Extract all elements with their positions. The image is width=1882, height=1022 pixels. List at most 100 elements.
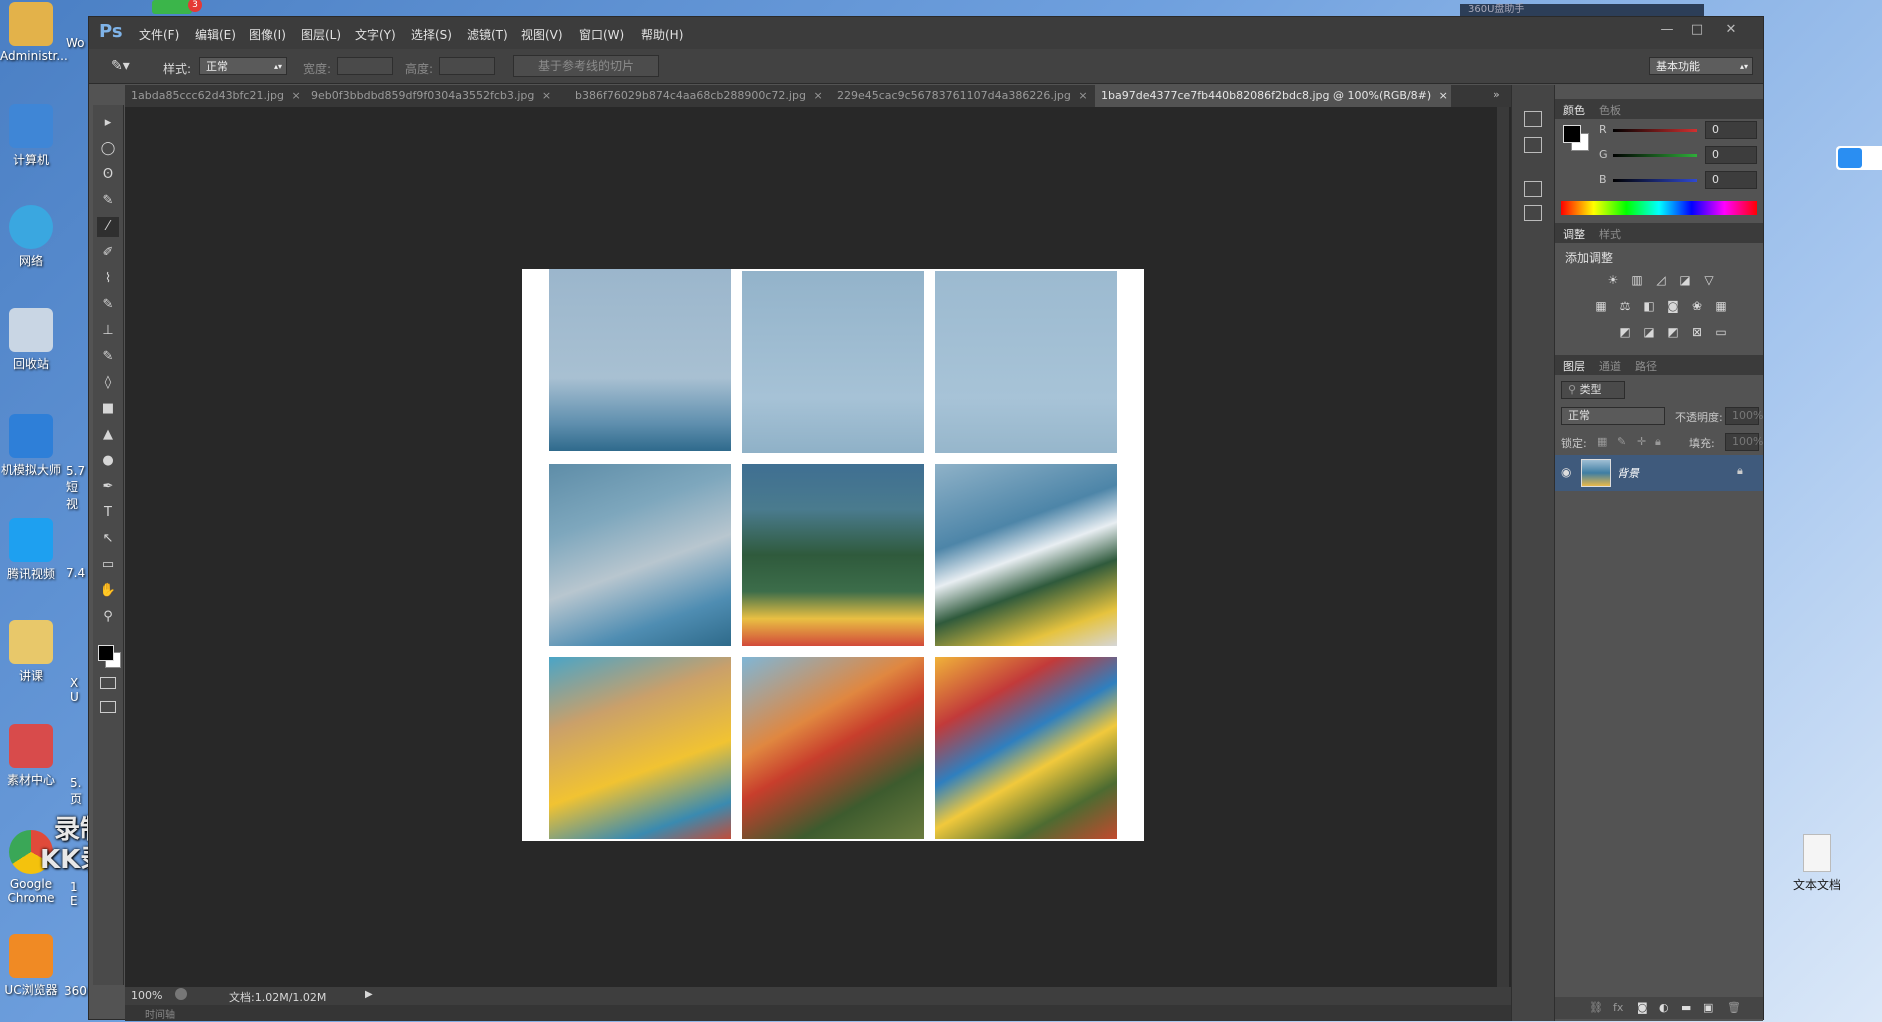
fill-field[interactable]: 100% <box>1725 433 1763 451</box>
lasso-tool-icon[interactable]: ʘ <box>97 165 119 185</box>
close-button[interactable]: ✕ <box>1719 22 1743 40</box>
desktop-icon-emulator[interactable]: 机模拟大师 <box>0 414 62 478</box>
tab-color[interactable]: 颜色 <box>1563 102 1585 118</box>
width-field[interactable] <box>337 57 393 75</box>
menu-filter[interactable]: 滤镜(T) <box>467 26 508 43</box>
stamp-tool-icon[interactable]: ⊥ <box>97 321 119 341</box>
delete-layer-icon[interactable]: 🗑︎ <box>1727 1001 1741 1014</box>
move-tool-icon[interactable]: ▸ <box>97 113 119 133</box>
tab-paths[interactable]: 路径 <box>1635 358 1657 374</box>
menu-edit[interactable]: 编辑(E) <box>195 26 236 43</box>
foreground-color-swatch[interactable] <box>98 645 114 661</box>
tab-swatches[interactable]: 色板 <box>1599 102 1621 118</box>
zoom-level[interactable]: 100% <box>131 989 162 1002</box>
opacity-field[interactable]: 100% <box>1725 407 1763 425</box>
desktop-icon-admin-folder[interactable]: Administr... <box>0 2 68 63</box>
desktop-icon-network[interactable]: 网络 <box>0 205 62 269</box>
quick-select-tool-icon[interactable]: ✎ <box>97 191 119 211</box>
blend-mode-select[interactable]: 正常 <box>1561 407 1665 425</box>
slices-from-guides-button[interactable]: 基于参考线的切片 <box>513 55 659 77</box>
eyedropper-tool-icon[interactable]: ✐ <box>97 243 119 263</box>
tab-close-icon[interactable]: × <box>813 89 822 102</box>
menu-select[interactable]: 选择(S) <box>411 26 452 43</box>
tab-document-2[interactable]: 9eb0f3bbdbd859df9f0304a3552fcb3.jpg × <box>305 85 567 107</box>
status-menu-arrow-icon[interactable]: ▶ <box>365 989 373 1000</box>
invert-icon[interactable]: ◩ <box>1617 325 1633 339</box>
pen-tool-icon[interactable]: ✒ <box>97 477 119 497</box>
taskbar-app-icon[interactable]: 3 <box>152 0 202 14</box>
timeline-label[interactable]: 时间轴 <box>145 1006 175 1021</box>
document-canvas[interactable] <box>522 269 1144 841</box>
shape-tool-icon[interactable]: ▭ <box>97 555 119 575</box>
tab-layers[interactable]: 图层 <box>1563 358 1585 374</box>
tab-document-1[interactable]: 1abda85ccc62d43bfc21.jpg × <box>125 85 303 107</box>
color-spectrum-ramp[interactable] <box>1561 201 1757 215</box>
new-adjustment-icon[interactable]: ◐ <box>1659 1001 1669 1014</box>
history-panel-icon[interactable] <box>1524 111 1542 127</box>
type-tool-icon[interactable]: T <box>97 503 119 523</box>
posterize-icon[interactable]: ◪ <box>1641 325 1657 339</box>
marquee-tool-icon[interactable]: ◯ <box>97 139 119 159</box>
exposure-icon[interactable]: ◪ <box>1677 273 1693 287</box>
brush-tool-icon[interactable]: ✎ <box>97 295 119 315</box>
color-lookup-icon[interactable]: ▦ <box>1713 299 1729 313</box>
menu-image[interactable]: 图像(I) <box>249 26 286 43</box>
desktop-icon-recycle-bin[interactable]: 回收站 <box>0 308 62 372</box>
slice-tool-icon[interactable]: ✎▾ <box>111 58 130 74</box>
lock-position-icon[interactable]: ✛ <box>1637 435 1646 448</box>
lock-transparent-icon[interactable]: ▦ <box>1597 435 1607 448</box>
tab-channels[interactable]: 通道 <box>1599 358 1621 374</box>
desktop-icon-tencent-video[interactable]: 腾讯视频 <box>0 518 62 582</box>
channel-mixer-icon[interactable]: ❀ <box>1689 299 1705 313</box>
style-select[interactable]: 正常 ▴▾ <box>199 57 287 75</box>
hand-tool-icon[interactable]: ✋ <box>97 581 119 601</box>
zoom-tool-icon[interactable]: ⚲ <box>97 607 119 627</box>
tab-document-3[interactable]: b386f76029b874c4aa68cb288900c72.jpg × <box>569 85 829 107</box>
lock-pixels-icon[interactable]: ✎ <box>1617 435 1626 448</box>
layer-row-background[interactable]: ◉ 背景 🔒︎ <box>1555 455 1763 491</box>
layer-name[interactable]: 背景 <box>1617 465 1639 481</box>
color-balance-icon[interactable]: ⚖ <box>1617 299 1633 313</box>
levels-icon[interactable]: ▥ <box>1629 273 1645 287</box>
height-field[interactable] <box>439 57 495 75</box>
history-brush-tool-icon[interactable]: ✎ <box>97 347 119 367</box>
threshold-icon[interactable]: ◩ <box>1665 325 1681 339</box>
slice-tool-icon[interactable]: ⁄ <box>97 217 119 237</box>
green-channel-slider[interactable] <box>1613 154 1697 157</box>
tab-close-icon[interactable]: × <box>1078 89 1087 102</box>
gradient-map-icon[interactable]: ▭ <box>1713 325 1729 339</box>
hue-saturation-icon[interactable]: ▦ <box>1593 299 1609 313</box>
fx-icon[interactable]: fx <box>1613 1001 1623 1014</box>
photo-filter-icon[interactable]: ◙ <box>1665 299 1681 313</box>
lock-all-icon[interactable]: 🔒︎ <box>1655 435 1661 449</box>
curves-icon[interactable]: ◿ <box>1653 273 1669 287</box>
tab-close-icon[interactable]: × <box>291 89 300 102</box>
blue-channel-slider[interactable] <box>1613 179 1697 182</box>
tab-adjustments[interactable]: 调整 <box>1563 226 1585 242</box>
character-panel-icon[interactable] <box>1524 181 1542 197</box>
black-white-icon[interactable]: ◧ <box>1641 299 1657 313</box>
quick-mask-icon[interactable] <box>100 677 116 689</box>
selective-color-icon[interactable]: ⊠ <box>1689 325 1705 339</box>
maximize-button[interactable]: □ <box>1685 22 1709 40</box>
red-channel-slider[interactable] <box>1613 129 1697 132</box>
menu-file[interactable]: 文件(F) <box>139 26 179 43</box>
desktop-icon-material-center[interactable]: 素材中心 <box>0 724 62 788</box>
info-icon[interactable] <box>175 988 187 1000</box>
blur-tool-icon[interactable]: ▲ <box>97 425 119 445</box>
blue-channel-field[interactable]: 0 <box>1705 171 1757 189</box>
minimize-button[interactable]: — <box>1655 22 1679 40</box>
add-mask-icon[interactable]: ◙ <box>1637 1001 1648 1014</box>
desktop-icon-uc-browser[interactable]: UC浏览器 <box>0 934 62 998</box>
menu-window[interactable]: 窗口(W) <box>579 26 624 43</box>
tab-styles[interactable]: 样式 <box>1599 226 1621 242</box>
menu-help[interactable]: 帮助(H) <box>641 26 683 43</box>
vibrance-icon[interactable]: ▽ <box>1701 273 1717 287</box>
desktop-icon-computer[interactable]: 计算机 <box>0 104 62 168</box>
cloud-float-icon[interactable] <box>1836 146 1882 170</box>
healing-brush-tool-icon[interactable]: ⌇ <box>97 269 119 289</box>
tab-close-icon[interactable]: × <box>542 89 551 102</box>
tab-close-icon[interactable]: × <box>1439 89 1448 102</box>
new-group-icon[interactable]: ▬ <box>1681 1001 1691 1014</box>
layer-filter-select[interactable]: ⚲ 类型 <box>1561 381 1625 399</box>
